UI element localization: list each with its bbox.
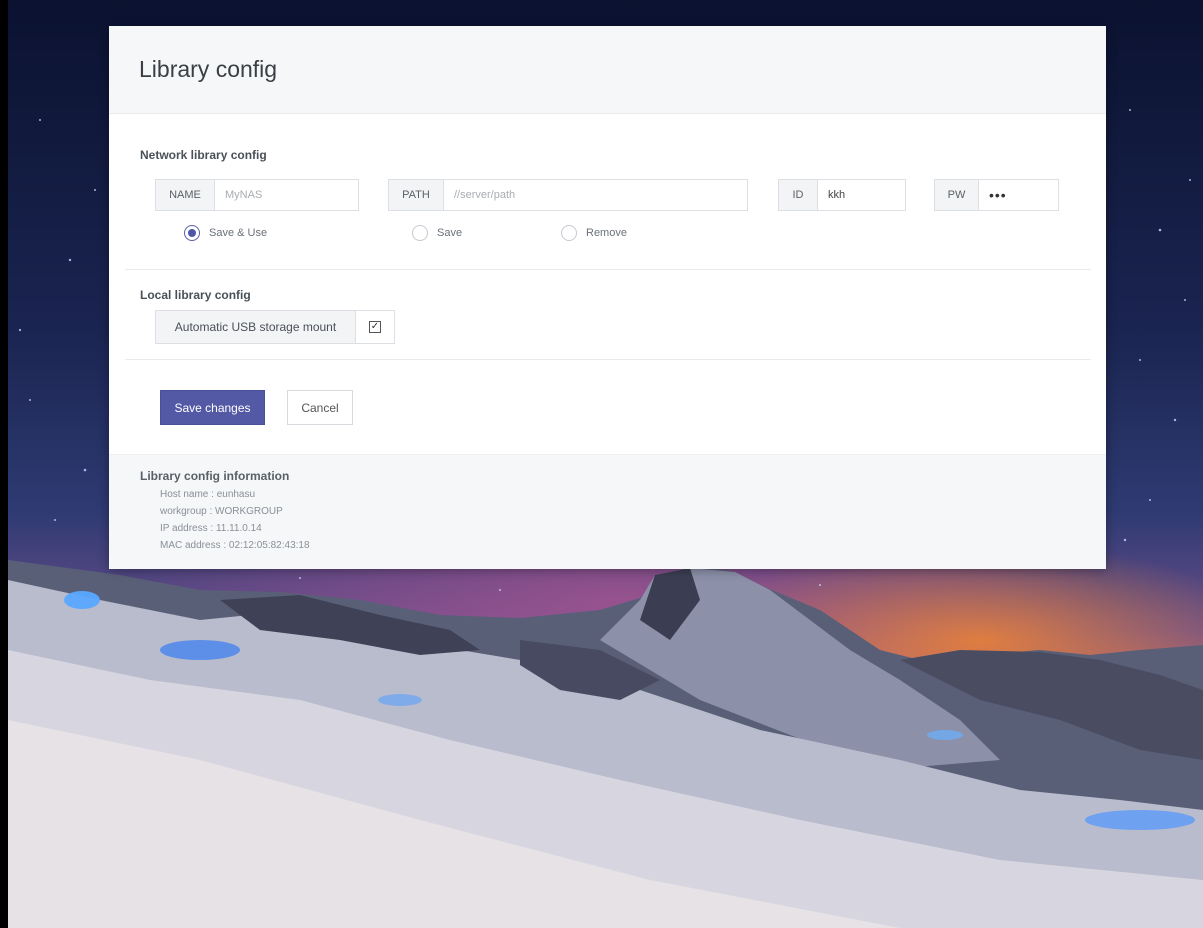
- radio-remove-label: Remove: [586, 227, 627, 239]
- screen-left-edge: [0, 0, 8, 928]
- info-workgroup: workgroup : WORKGROUP: [160, 506, 283, 517]
- radio-save-and-use-label: Save & Use: [209, 227, 268, 239]
- local-section-title: Local library config: [140, 288, 251, 302]
- name-label: NAME: [156, 180, 215, 210]
- pw-label: PW: [935, 180, 979, 210]
- path-label: PATH: [389, 180, 444, 210]
- pw-input[interactable]: [979, 180, 1058, 210]
- info-mac-address: MAC address : 02:12:05:82:43:18: [160, 540, 310, 551]
- config-info-panel: Library config information Host name : e…: [109, 454, 1106, 569]
- dialog-title: Library config: [139, 56, 278, 82]
- section-divider: [125, 269, 1091, 270]
- path-input-group: PATH: [388, 179, 748, 211]
- radio-save-and-use[interactable]: Save & Use: [184, 225, 267, 241]
- section-divider: [125, 359, 1091, 360]
- usb-mount-label: Automatic USB storage mount: [156, 311, 356, 343]
- radio-unselected-icon: [412, 225, 428, 241]
- id-input[interactable]: [818, 180, 905, 210]
- library-config-dialog: Library config Network library config NA…: [109, 26, 1106, 569]
- pw-input-group: PW: [934, 179, 1059, 211]
- info-host-name: Host name : eunhasu: [160, 489, 256, 500]
- id-input-group: ID: [778, 179, 906, 211]
- usb-mount-checkbox[interactable]: ✓: [369, 321, 381, 333]
- radio-unselected-icon: [561, 225, 577, 241]
- radio-save[interactable]: Save: [412, 225, 462, 241]
- radio-remove[interactable]: Remove: [561, 225, 627, 241]
- save-changes-button[interactable]: Save changes: [160, 390, 265, 425]
- usb-mount-group: Automatic USB storage mount ✓: [155, 310, 395, 344]
- usb-mount-checkbox-cell[interactable]: ✓: [356, 311, 394, 343]
- dialog-header: Library config: [109, 26, 1106, 114]
- checkmark-icon: ✓: [370, 321, 380, 332]
- info-title: Library config information: [140, 469, 290, 483]
- id-label: ID: [779, 180, 818, 210]
- network-section-title: Network library config: [140, 148, 267, 162]
- path-input[interactable]: [444, 180, 747, 210]
- radio-save-label: Save: [437, 227, 463, 239]
- name-input[interactable]: [215, 180, 358, 210]
- name-input-group: NAME: [155, 179, 359, 211]
- info-ip-address: IP address : 11.11.0.14: [160, 523, 262, 534]
- radio-selected-icon: [184, 225, 200, 241]
- cancel-button[interactable]: Cancel: [287, 390, 353, 425]
